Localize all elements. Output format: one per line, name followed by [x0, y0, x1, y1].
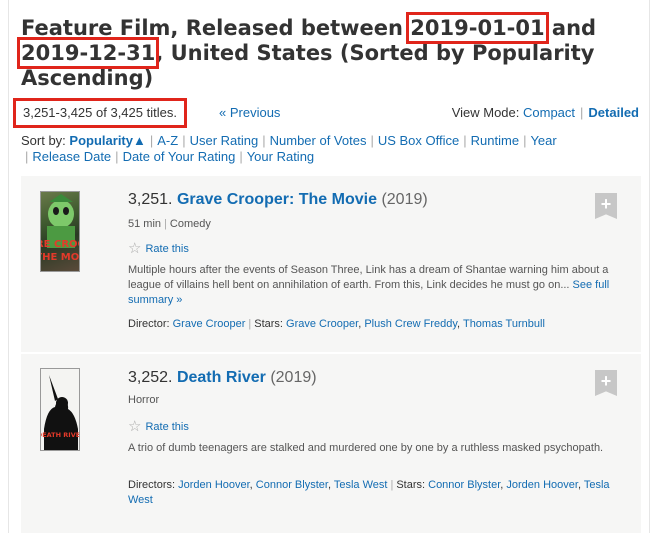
list-item: RE CROO THE MOV 3,251. Grave Crooper: Th…: [21, 176, 641, 352]
director-link[interactable]: Jorden Hoover: [178, 479, 250, 491]
svg-text:THE MOV: THE MOV: [41, 252, 80, 263]
page: Feature Film, Released between 2019-01-0…: [8, 0, 650, 533]
separator: |: [25, 149, 29, 164]
sort-popularity[interactable]: Popularity▲: [69, 133, 145, 148]
sort-user-rating[interactable]: User Rating: [190, 133, 259, 148]
sort-your-rating[interactable]: Your Rating: [247, 149, 314, 164]
sort-year[interactable]: Year: [530, 133, 556, 148]
genre: Horror: [128, 394, 160, 406]
comma: ,: [457, 318, 461, 330]
page-title: Feature Film, Released between 2019-01-0…: [16, 12, 639, 91]
runtime: 51 min: [128, 218, 162, 230]
stars-label: Stars:: [396, 479, 426, 491]
item-title-link[interactable]: Grave Crooper: The Movie: [177, 191, 377, 208]
poster-art: DEATH RIVER: [41, 375, 80, 450]
sort-label: Sort by:: [21, 133, 66, 148]
item-meta: 51 min | Comedy: [128, 218, 211, 230]
sort-runtime[interactable]: Runtime: [471, 133, 519, 148]
rate-this[interactable]: ☆ Rate this: [128, 241, 189, 256]
date-to-highlight: 2019-12-31: [16, 37, 160, 69]
poster-image[interactable]: RE CROO THE MOV: [40, 191, 80, 272]
item-title: 3,251. Grave Crooper: The Movie (2019): [128, 191, 428, 209]
item-year: (2019): [270, 369, 317, 386]
item-meta: Horror: [128, 394, 159, 406]
item-year: (2019): [381, 191, 428, 208]
separator: |: [262, 133, 266, 148]
comma: ,: [577, 479, 582, 491]
sort-us-box-office[interactable]: US Box Office: [378, 133, 459, 148]
star-link[interactable]: Connor Blyster: [428, 479, 500, 491]
separator: |: [370, 133, 374, 148]
sort-date-of-your-rating[interactable]: Date of Your Rating: [123, 149, 236, 164]
plus-icon[interactable]: +: [601, 194, 612, 214]
director-link[interactable]: Tesla West: [334, 479, 388, 491]
star-link[interactable]: Grave Crooper: [286, 318, 358, 330]
summary-text: A trio of dumb teenagers are stalked and…: [128, 442, 604, 454]
separator: |: [239, 149, 243, 164]
star-outline-icon[interactable]: ☆: [128, 241, 141, 256]
separator: |: [182, 133, 186, 148]
sort-number-of-votes[interactable]: Number of Votes: [270, 133, 367, 148]
genre: Comedy: [169, 218, 211, 230]
separator: |: [580, 105, 584, 120]
item-index: 3,251.: [128, 191, 173, 208]
item-credits: Directors: Jorden Hoover, Connor Blyster…: [128, 478, 618, 508]
comma: ,: [500, 479, 504, 491]
star-link[interactable]: Jorden Hoover: [506, 479, 578, 491]
sort-bar: Sort by: Popularity▲ | A-Z | User Rating | Num…: [21, 133, 641, 165]
rate-this-label[interactable]: Rate this: [145, 243, 188, 255]
stars-label: Stars:: [254, 318, 283, 330]
sort-release-date[interactable]: Release Date: [32, 149, 111, 164]
title-text: Feature Film, Released between: [21, 16, 411, 40]
view-mode: View Mode: Compact | Detailed: [452, 105, 639, 120]
item-credits: Director: Grave Crooper | Stars: Grave Cro…: [128, 317, 618, 332]
view-mode-label: View Mode:: [451, 105, 520, 120]
sort-a-z[interactable]: A-Z: [157, 133, 178, 148]
results-count: 3,251-3,425 of 3,425 titles.: [13, 98, 187, 128]
previous-page-link[interactable]: « Previous: [219, 105, 280, 120]
item-title-link[interactable]: Death River: [177, 369, 266, 386]
star-outline-icon[interactable]: ☆: [128, 419, 141, 434]
svg-text:RE CROO: RE CROO: [41, 239, 80, 250]
rate-this-label[interactable]: Rate this: [145, 421, 188, 433]
comma: ,: [358, 318, 362, 330]
add-to-watchlist-button[interactable]: +: [595, 370, 617, 396]
separator: |: [463, 133, 467, 148]
director-link[interactable]: Connor Blyster: [256, 479, 328, 491]
add-to-watchlist-button[interactable]: +: [595, 193, 617, 219]
summary-text: Multiple hours after the events of Seaso…: [128, 264, 609, 291]
rate-this[interactable]: ☆ Rate this: [128, 419, 189, 434]
comma: ,: [327, 479, 332, 491]
svg-text:DEATH RIVER: DEATH RIVER: [41, 431, 80, 439]
item-title: 3,252. Death River (2019): [128, 369, 317, 387]
separator: |: [248, 318, 252, 330]
separator: |: [149, 133, 154, 148]
poster-art: RE CROO THE MOV: [41, 194, 80, 263]
separator: |: [115, 149, 119, 164]
date-from-highlight: 2019-01-01: [406, 12, 549, 44]
title-text: and: [544, 16, 597, 40]
director-link[interactable]: Grave Crooper: [173, 318, 246, 330]
plus-icon[interactable]: +: [601, 371, 612, 391]
director-label: Directors:: [128, 479, 176, 491]
separator: |: [164, 218, 167, 230]
view-mode-detailed[interactable]: Detailed: [588, 105, 639, 120]
item-summary: Multiple hours after the events of Seaso…: [128, 263, 616, 308]
star-link[interactable]: Plush Crew Freddy: [364, 318, 457, 330]
view-mode-compact[interactable]: Compact: [523, 105, 575, 120]
separator: |: [390, 479, 394, 491]
poster-image[interactable]: DEATH RIVER: [40, 368, 80, 451]
comma: ,: [249, 479, 253, 491]
star-link[interactable]: Thomas Turnbull: [463, 318, 545, 330]
item-index: 3,252.: [128, 369, 173, 386]
list-item: DEATH RIVER 3,252. Death River (2019) Ho…: [21, 354, 641, 533]
item-summary: A trio of dumb teenagers are stalked and…: [128, 441, 616, 456]
director-label: Director:: [128, 318, 170, 330]
separator: |: [523, 133, 527, 148]
